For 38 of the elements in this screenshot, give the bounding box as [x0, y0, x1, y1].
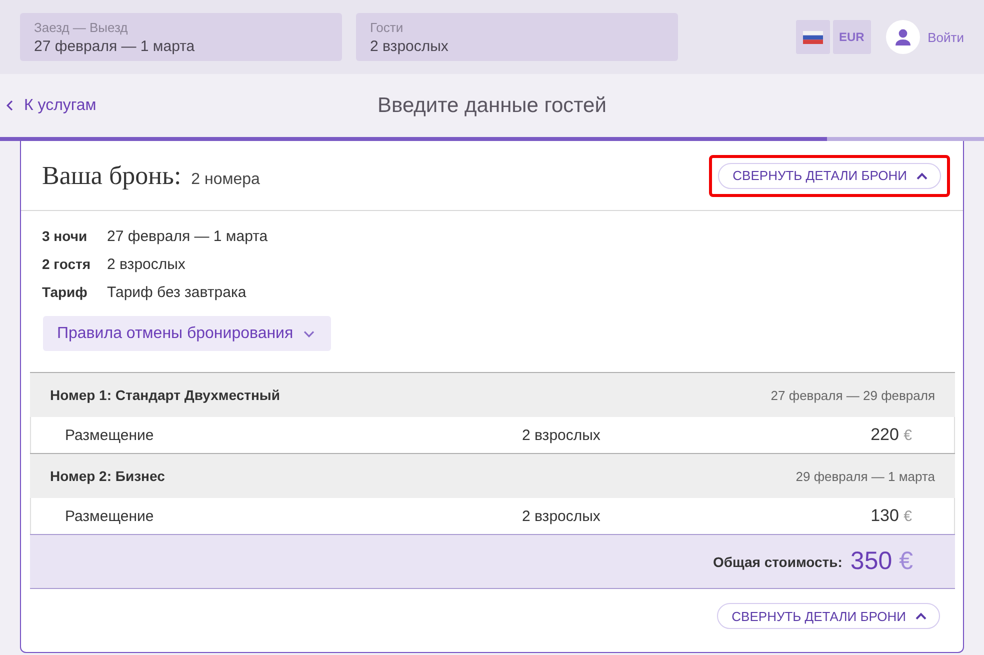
detail-label: 2 гостя	[42, 256, 92, 272]
price: 220 €	[870, 425, 912, 445]
guests-field[interactable]: Гости 2 взрослых	[356, 13, 678, 61]
detail-value: Тариф без завтрака	[107, 284, 246, 300]
cancellation-rules-button[interactable]: Правила отмены бронирования	[43, 316, 332, 351]
back-link[interactable]: К услугам	[6, 96, 96, 114]
field-label: Гости	[370, 20, 404, 34]
booking-title: Ваша бронь:	[42, 160, 182, 190]
page-title: Введите данные гостей	[378, 94, 606, 118]
rooms-count: 2 номера	[191, 170, 260, 188]
chevron-up-icon	[915, 612, 927, 620]
room-dates: 27 февраля — 29 февраля	[770, 388, 935, 402]
chevron-up-icon	[916, 172, 928, 180]
total-amount: 350 €	[850, 547, 913, 576]
line-name: Размещение	[65, 426, 155, 444]
user-avatar-icon	[886, 20, 920, 54]
dates-field[interactable]: Заезд — Выезд 27 февраля — 1 марта	[20, 13, 342, 61]
login-button[interactable]: Войти	[886, 20, 964, 54]
room-title: Номер 2: Бизнес	[50, 468, 165, 484]
language-button[interactable]	[796, 20, 830, 54]
flag-icon	[802, 30, 823, 44]
total-label: Общая стоимость:	[712, 554, 842, 570]
detail-label: Тариф	[42, 284, 88, 300]
chevron-left-icon	[6, 100, 13, 111]
field-label: Заезд — Выезд	[34, 20, 129, 34]
room-dates: 29 февраля — 1 марта	[796, 468, 935, 484]
detail-value: 27 февраля — 1 марта	[107, 228, 268, 244]
line-guests: 2 взрослых	[522, 508, 602, 524]
detail-value: 2 взрослых	[107, 256, 186, 272]
field-value: 27 февраля — 1 марта	[34, 38, 196, 54]
line-guests: 2 взрослых	[522, 426, 602, 444]
collapse-details-button[interactable]: СВЕРНУТЬ ДЕТАЛИ БРОНИ	[718, 162, 941, 188]
line-name: Размещение	[65, 508, 155, 524]
price: 130 €	[870, 506, 912, 526]
detail-label: 3 ночи	[42, 228, 88, 244]
field-value: 2 взрослых	[370, 38, 450, 54]
room-title: Номер 1: Стандарт Двухместный	[50, 387, 280, 403]
collapse-details-button[interactable]: СВЕРНУТЬ ДЕТАЛИ БРОНИ	[716, 603, 940, 629]
